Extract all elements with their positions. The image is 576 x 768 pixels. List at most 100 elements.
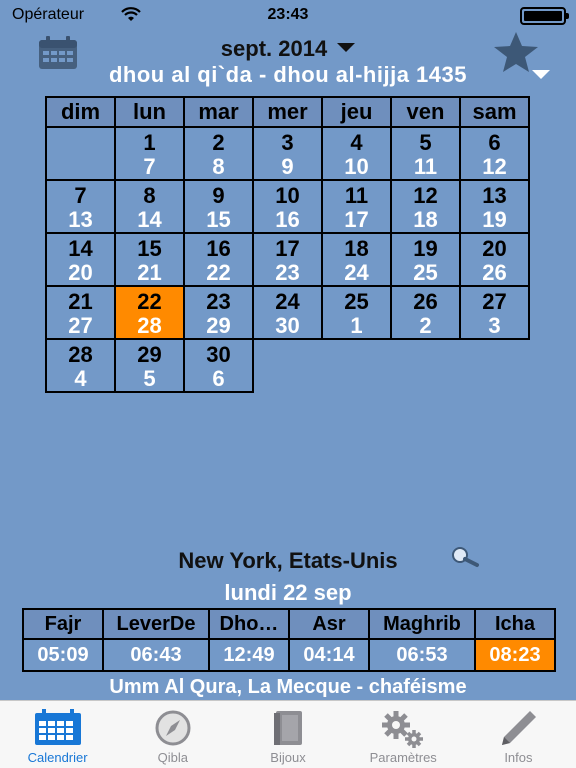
calendar-day-cell[interactable]: 39: [252, 126, 323, 181]
calendar-empty-cell: [391, 339, 460, 392]
prayer-name-sunrise: LeverDe: [102, 608, 210, 640]
calendar-week-row: 28 4 29 5 30 6: [45, 338, 529, 393]
calendar-day-cell[interactable]: 8 14: [114, 179, 185, 234]
gregorian-day-number: 5: [419, 130, 432, 155]
gregorian-day-number: 27: [482, 289, 507, 314]
gregorian-day-number: 2: [212, 130, 225, 155]
prayer-names-row: Fajr LeverDe Dho… Asr Maghrib Icha: [22, 608, 556, 640]
tab-qibla[interactable]: Qibla: [115, 701, 230, 768]
calendar-empty-cell: [253, 339, 322, 392]
hijri-day-number: 9: [281, 154, 294, 179]
gregorian-day-number: 22: [137, 289, 162, 314]
weekday-header-row: dim lun mar mer jeu ven sam: [45, 96, 530, 128]
calendar-day-cell[interactable]: 4 10: [321, 126, 392, 181]
calendar-day-cell[interactable]: 14 20: [45, 232, 116, 287]
calculation-method[interactable]: Umm Al Qura, La Mecque - chaféisme: [0, 676, 576, 699]
gregorian-day-number: 19: [413, 236, 438, 261]
weekday-tue: mar: [183, 96, 254, 128]
month-selector[interactable]: sept. 2014: [0, 36, 576, 62]
calendar-day-cell[interactable]: 7 13: [45, 179, 116, 234]
hijri-month-selector[interactable]: dhou al qi`da - dhou al-hijja 1435: [0, 62, 576, 88]
gregorian-day-number: 1: [143, 130, 156, 155]
calendar-day-cell[interactable]: 18 24: [321, 232, 392, 287]
hijri-day-number: 18: [413, 207, 438, 232]
gregorian-day-number: 3: [281, 130, 294, 155]
calendar-day-cell[interactable]: 13 19: [459, 179, 530, 234]
hijri-day-number: 28: [137, 313, 162, 338]
calendar-grid: dim lun mar mer jeu ven sam 1 7 2 8 3 9 4 10 5 11…: [45, 96, 530, 393]
prayer-name-isha: Icha: [474, 608, 556, 640]
prayer-name-maghrib: Maghrib: [368, 608, 476, 640]
gregorian-day-number: 13: [482, 183, 507, 208]
gregorian-day-number: 11: [344, 183, 369, 208]
gregorian-day-number: 20: [482, 236, 507, 261]
prayer-times-row: 05:09 06:43 12:49 04:14 06:53 08:23: [22, 638, 556, 672]
hijri-day-number: 6: [212, 366, 225, 391]
calendar-day-cell[interactable]: 23 29: [183, 285, 254, 340]
prayer-time-fajr: 05:09: [22, 638, 104, 672]
hijri-day-number: 13: [68, 207, 93, 232]
calendar-day-cell[interactable]: 12 18: [390, 179, 461, 234]
calendar-day-cell[interactable]: 17: [114, 126, 185, 181]
calendar-day-cell[interactable]: 30 6: [183, 338, 254, 393]
calendar-day-cell[interactable]: 9 15: [183, 179, 254, 234]
calendar-day-cell[interactable]: 26 2: [390, 285, 461, 340]
weekday-sun: dim: [45, 96, 116, 128]
weekday-mon: lun: [114, 96, 185, 128]
tab-label-parametres: Paramètres: [369, 750, 437, 765]
calendar-day-cell[interactable]: 5 11: [390, 126, 461, 181]
calendar-empty-cell: [45, 126, 116, 181]
gregorian-day-number: 17: [275, 236, 300, 261]
hijri-day-number: 30: [275, 313, 300, 338]
calendar-day-cell[interactable]: 28 4: [45, 338, 116, 393]
calendar-day-cell[interactable]: 16 22: [183, 232, 254, 287]
tab-bar: Calendrier Qibla Bijoux Paramètres Infos: [0, 700, 576, 768]
calendar-day-cell[interactable]: 28: [183, 126, 254, 181]
calendar-icon: [34, 709, 81, 745]
tab-label-bijoux: Bijoux: [270, 750, 306, 765]
gregorian-day-number: 18: [344, 236, 369, 261]
hijri-day-number: 1: [350, 313, 363, 338]
hijri-day-number: 26: [482, 260, 507, 285]
gregorian-day-number: 4: [350, 130, 363, 155]
gregorian-day-number: 9: [212, 183, 225, 208]
calendar-day-cell[interactable]: 20 26: [459, 232, 530, 287]
calendar-week-row: 21 27 22 28 23 29 24 30 25 1 26 2 27 3: [45, 285, 530, 340]
calendar-empty-cell: [322, 339, 391, 392]
gregorian-day-number: 24: [275, 289, 300, 314]
tab-infos[interactable]: Infos: [461, 701, 576, 768]
calendar-day-cell[interactable]: 24 30: [252, 285, 323, 340]
battery-icon: [520, 7, 569, 25]
calendar-day-cell[interactable]: 6 12: [459, 126, 530, 181]
tab-calendrier[interactable]: Calendrier: [0, 701, 115, 768]
prayer-time-asr: 04:14: [288, 638, 370, 672]
gregorian-day-number: 14: [68, 236, 93, 261]
prayer-name-fajr: Fajr: [22, 608, 104, 640]
calendar-day-cell[interactable]: 11 17: [321, 179, 392, 234]
hijri-day-number: 4: [74, 366, 87, 391]
compass-icon: [155, 710, 191, 746]
calendar-day-cell[interactable]: 15 21: [114, 232, 185, 287]
tab-parametres[interactable]: Paramètres: [346, 701, 461, 768]
gregorian-day-number: 7: [74, 183, 87, 208]
hijri-day-number: 16: [275, 207, 300, 232]
calendar-day-cell[interactable]: 27 3: [459, 285, 530, 340]
calendar-day-cell[interactable]: 19 25: [390, 232, 461, 287]
hijri-day-number: 25: [413, 260, 438, 285]
hijri-day-number: 11: [413, 154, 438, 179]
hijri-day-number: 15: [206, 207, 231, 232]
hijri-day-number: 27: [68, 313, 93, 338]
search-icon[interactable]: [450, 546, 480, 568]
calendar-day-cell[interactable]: 25 1: [321, 285, 392, 340]
hijri-day-number: 17: [344, 207, 369, 232]
calendar-day-cell[interactable]: 29 5: [114, 338, 185, 393]
calendar-day-cell[interactable]: 17 23: [252, 232, 323, 287]
gregorian-day-number: 25: [344, 289, 369, 314]
calendar-day-cell[interactable]: 10 16: [252, 179, 323, 234]
calendar-day-cell[interactable]: 22 28: [114, 285, 185, 340]
calendar-week-row: 14 20 15 21 16 22 17 23 18 24 19 25 20 26: [45, 232, 530, 287]
hijri-day-number: 21: [137, 260, 162, 285]
weekday-wed: mer: [252, 96, 323, 128]
tab-bijoux[interactable]: Bijoux: [230, 701, 345, 768]
calendar-day-cell[interactable]: 21 27: [45, 285, 116, 340]
